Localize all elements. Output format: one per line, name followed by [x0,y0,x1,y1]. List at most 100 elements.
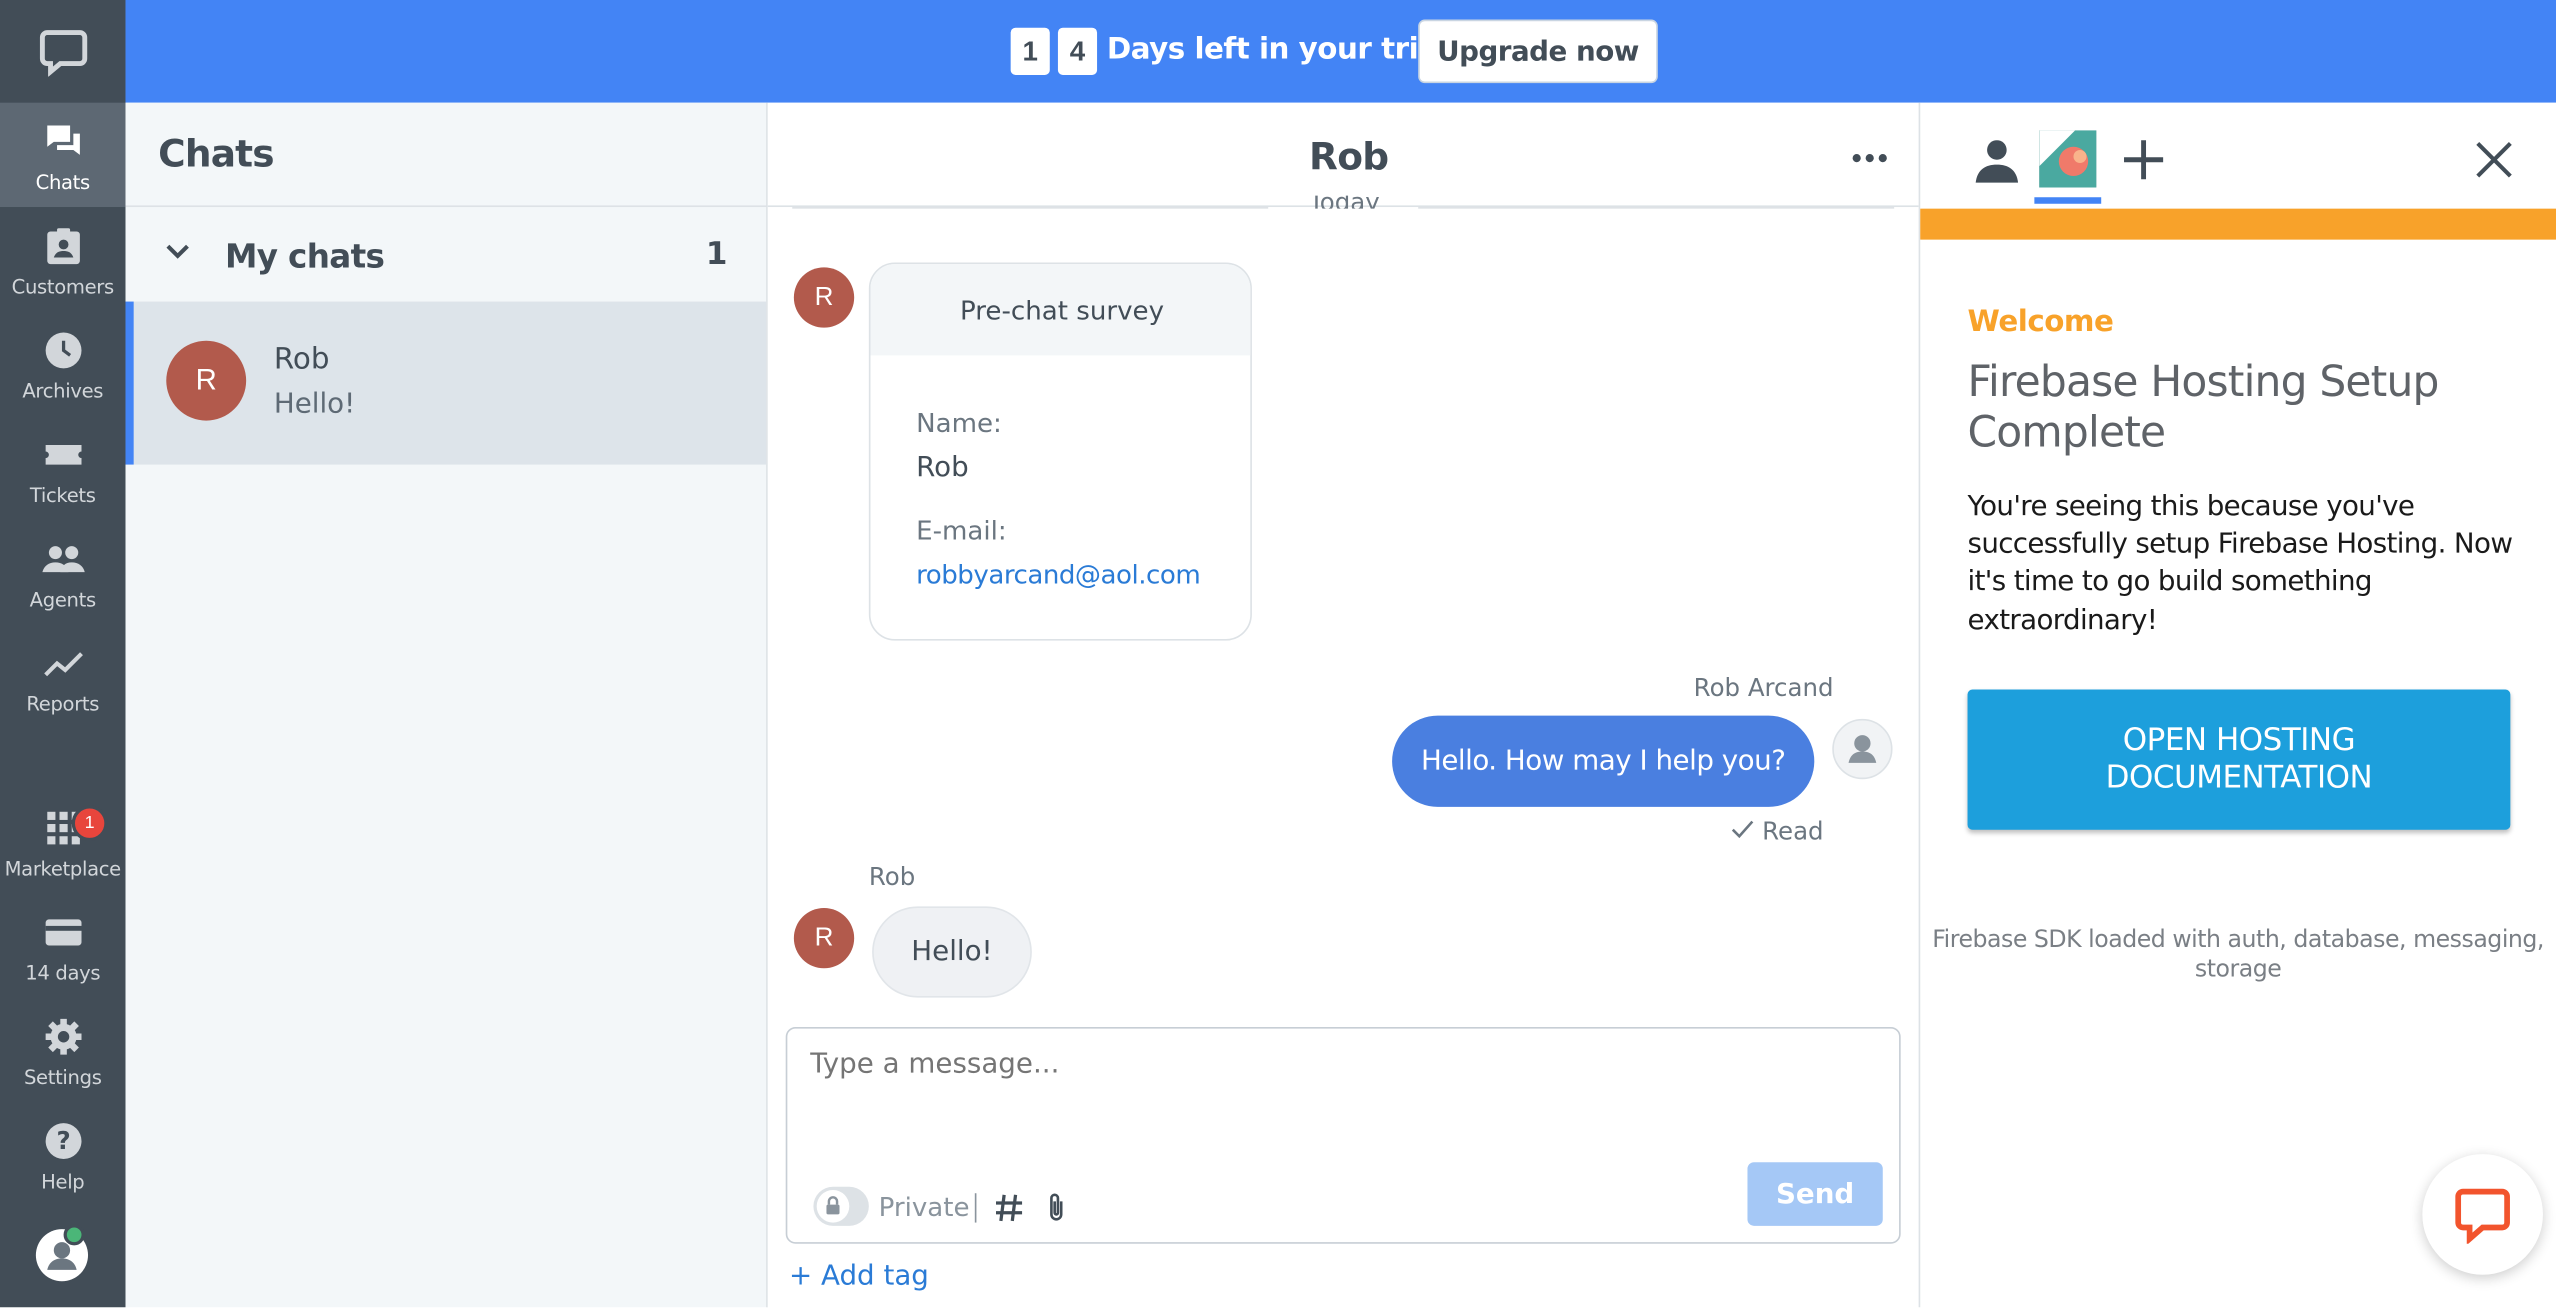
nav-label: Archives [22,379,104,403]
chat-bubbles-icon [46,125,80,155]
marketplace-badge: 1 [71,805,108,842]
online-status-dot [63,1224,85,1246]
welcome-label: Welcome [1967,304,2114,340]
date-divider: Today [1309,196,1380,209]
survey-name-label: Name: [916,407,1002,439]
help-icon: ? [44,1123,81,1160]
nav-label: 14 days [25,961,101,985]
pre-chat-survey-card: Pre-chat survey Name: Rob E-mail: robbya… [868,262,1252,641]
customer-details-icon[interactable] [1972,134,2021,186]
active-tab-indicator [2034,197,2102,204]
firebase-body-line: extraordinary! [1967,604,2158,638]
livechat-logo[interactable] [0,0,126,103]
nav-label: Settings [23,1066,102,1089]
chat-list-item[interactable]: R Rob Hello! [125,301,767,465]
customer-name: Rob [868,862,916,892]
separator [974,1193,977,1223]
trial-digit: 1 [1010,27,1050,75]
survey-email-label: E-mail: [916,515,1007,547]
read-status: Read [1762,816,1824,847]
chart-line-icon [43,652,83,677]
add-app-icon[interactable] [2121,137,2167,183]
nav-item-customers[interactable]: Customers [0,207,126,311]
main-navigation: Chats Customers Archives Tickets Agents … [0,0,126,1308]
customers-icon [46,228,80,265]
message-input[interactable] [810,1048,1870,1146]
status-line: Firebase SDK loaded with auth, database,… [1932,927,2544,954]
survey-email-link[interactable]: robbyarcand@aol.com [916,559,1201,590]
lock-icon [826,1196,840,1215]
chat-widget-button[interactable] [2422,1154,2543,1275]
nav-item-settings[interactable]: Settings [0,998,126,1102]
nav-item-marketplace[interactable]: Marketplace [0,789,126,893]
section-title: My chats [224,236,385,276]
nav-label: Customers [11,275,115,299]
user-icon [1848,735,1877,763]
nav-item-chats[interactable]: Chats [0,102,126,208]
chevron-down-icon [166,244,189,259]
avatar: R [793,267,855,328]
nav-label: Chats [35,171,91,194]
private-toggle[interactable] [813,1186,869,1226]
chat-list-panel: Chats My chats 1 R Rob Hello! [125,102,768,1308]
my-chats-section[interactable]: My chats 1 [126,207,768,302]
close-icon[interactable] [2473,139,2515,181]
button-line: DOCUMENTATION [2105,759,2373,796]
message-composer: Private Send [785,1026,1901,1244]
clock-icon [44,332,81,369]
agents-icon [41,546,84,573]
trial-text: Days left in your trial. [1106,32,1458,67]
more-options-icon[interactable] [1852,152,1888,165]
date-divider-clip: Today [768,196,1917,209]
firebase-heading-line1: Firebase Hosting Setup [1967,358,2440,408]
conversation-title: Rob [1308,136,1389,180]
firebase-app-icon [2039,130,2097,188]
agent-name: Rob Arcand [1693,673,1834,703]
firebase-app-tab[interactable] [2039,130,2097,188]
chat-bubble-icon [2455,1188,2510,1244]
status-line: storage [2194,956,2282,983]
nav-item-reports[interactable]: Reports [0,624,126,728]
firebase-body-line: You're seeing this because you've [1967,490,2415,524]
gear-icon [44,1018,81,1055]
chat-name: Rob [273,342,330,377]
nav-label: Tickets [29,484,96,507]
chat-list-title: Chats [125,103,768,208]
firebase-body-line: successfully setup Firebase Hosting. Now [1967,528,2513,561]
nav-item-agents[interactable]: Agents [0,520,126,624]
send-button[interactable]: Send [1747,1162,1883,1226]
open-hosting-documentation-button[interactable]: OPEN HOSTING DOCUMENTATION [1967,689,2511,830]
credit-card-icon [44,919,81,946]
survey-name-value: Rob [916,451,969,485]
nav-item-billing[interactable]: 14 days [0,893,126,997]
survey-title: Pre-chat survey [870,264,1251,356]
chat-count: 1 [705,236,728,273]
customer-message: Hello! [872,906,1032,998]
nav-label: Agents [29,588,96,612]
avatar: R [166,340,247,421]
trial-digit: 4 [1057,27,1098,75]
button-line: OPEN HOSTING [2122,722,2356,758]
agent-avatar [1832,718,1893,780]
firebase-heading-line2: Complete [1967,409,2167,459]
nav-item-archives[interactable]: Archives [0,311,126,415]
add-tag-link[interactable]: + Add tag [789,1260,929,1293]
private-label: Private [878,1191,970,1223]
svg-text:?: ? [56,1126,70,1155]
chat-logo-icon [39,29,87,76]
nav-item-tickets[interactable]: Tickets [0,416,126,520]
ticket-icon [44,445,81,465]
agent-message: Hello. How may I help you? [1392,715,1815,807]
nav-label: Marketplace [4,857,122,881]
hashtag-icon[interactable] [994,1192,1023,1225]
attachment-icon[interactable] [1043,1192,1069,1225]
nav-label: Reports [26,692,100,716]
checkmark-icon [1731,820,1754,839]
nav-item-help[interactable]: ? Help [0,1102,126,1206]
upgrade-button[interactable]: Upgrade now [1418,19,1658,84]
chat-preview: Hello! [273,387,356,421]
firebase-body-line: it's time to go build something [1967,565,2373,599]
nav-label: Help [41,1170,85,1194]
avatar: R [793,907,855,969]
firebase-status: Firebase SDK loaded with auth, database,… [1920,926,2556,985]
